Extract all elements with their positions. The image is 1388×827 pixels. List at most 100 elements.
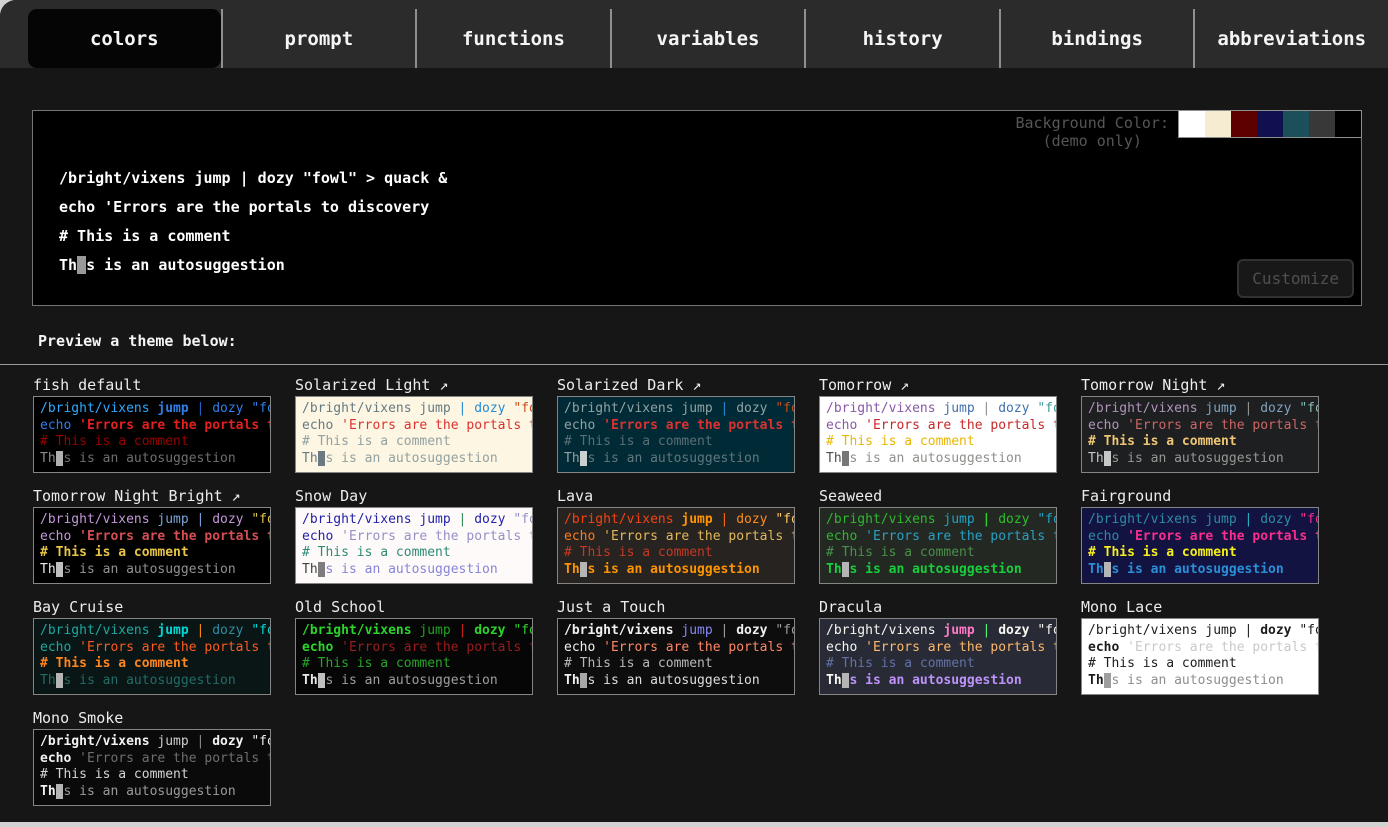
code-segment: 'Errors are the portals to discovery [79,418,271,433]
bg-swatch-white[interactable] [1179,111,1205,137]
theme-title-solarized-light[interactable]: Solarized Light ↗ [295,375,557,396]
external-link-icon[interactable]: ↗ [223,487,241,505]
external-link-icon[interactable]: ↗ [430,376,448,394]
tab-prompt[interactable]: prompt [221,9,416,68]
code-segment: | [1245,512,1261,527]
code-segment: s is an autosuggestion [849,451,1021,466]
autosuggestion-text: s is an autosuggestion [86,256,285,274]
theme-preview-tomorrow[interactable]: /bright/vixens jump | dozy "fowl" > quac… [819,396,1057,473]
code-segment: | [459,623,475,638]
code-segment: echo [826,418,865,433]
theme-line-1: /bright/vixens jump | dozy "fowl" > quac… [826,401,1050,418]
theme-cell-mono-lace: Mono Lace/bright/vixens jump | dozy "fow… [1081,597,1343,708]
code-segment: echo [826,640,865,655]
code-segment: Th [40,451,56,466]
theme-title-snow-day[interactable]: Snow Day [295,486,557,507]
theme-preview-tomorrow-night-bright[interactable]: /bright/vixens jump | dozy "fowl" > quac… [33,507,271,584]
theme-preview-solarized-light[interactable]: /bright/vixens jump | dozy "fowl" > quac… [295,396,533,473]
theme-preview-mono-lace[interactable]: /bright/vixens jump | dozy "fowl" > quac… [1081,618,1319,695]
code-segment: 'Errors are the portals to discovery [603,529,795,544]
tab-functions[interactable]: functions [415,9,610,68]
theme-title-bay-cruise[interactable]: Bay Cruise [33,597,295,618]
theme-preview-mono-smoke[interactable]: /bright/vixens jump | dozy "fowl" > quac… [33,729,271,806]
bg-swatch-cream[interactable] [1205,111,1231,137]
code-segment: s is an autosuggestion [587,673,759,688]
theme-cell-snow-day: Snow Day/bright/vixens jump | dozy "fowl… [295,486,557,597]
code-segment: s is an autosuggestion [63,784,235,799]
theme-preview-tomorrow-night[interactable]: /bright/vixens jump | dozy "fowl" > quac… [1081,396,1319,473]
bg-swatch-maroon[interactable] [1231,111,1257,137]
customize-button[interactable]: Customize [1237,259,1354,298]
theme-title-old-school[interactable]: Old School [295,597,557,618]
theme-preview-lava[interactable]: /bright/vixens jump | dozy "fowl" > quac… [557,507,795,584]
tab-bindings[interactable]: bindings [999,9,1194,68]
tab-history[interactable]: history [804,9,999,68]
terminal-line-1: /bright/vixens jump | dozy "fowl" > quac… [59,164,447,193]
code-segment: jump [681,623,720,638]
code-segment: 'Errors are the portals to discovery [79,751,271,766]
code-segment: jump [1205,512,1244,527]
code-segment: echo [1088,418,1127,433]
code-segment: jump [943,623,982,638]
theme-line-3: # This is a comment [302,656,526,673]
theme-preview-old-school[interactable]: /bright/vixens jump | dozy "fowl" > quac… [295,618,533,695]
theme-line-2: echo 'Errors are the portals to discover… [1088,640,1312,657]
code-segment: # This is a comment [564,545,713,560]
theme-title-fish-default[interactable]: fish default [33,375,295,396]
background-color-label: Background Color: (demo only) [1015,114,1169,150]
theme-line-4: This is an autosuggestion [40,673,264,690]
theme-title-seaweed[interactable]: Seaweed [819,486,1081,507]
code-segment: "fowl" > quack & [1037,623,1057,638]
theme-line-2: echo 'Errors are the portals to discover… [564,418,788,435]
theme-name: Old School [295,598,385,616]
theme-preview-just-a-touch[interactable]: /bright/vixens jump | dozy "fowl" > quac… [557,618,795,695]
code-segment: /bright/vixens [40,512,157,527]
code-segment: Th [564,562,580,577]
theme-title-mono-smoke[interactable]: Mono Smoke [33,708,295,729]
bg-swatch-black[interactable] [1335,111,1361,137]
code-segment: | [721,512,737,527]
code-segment: /bright/vixens [564,623,681,638]
theme-title-tomorrow[interactable]: Tomorrow ↗ [819,375,1081,396]
code-segment: /bright/vixens [40,623,157,638]
theme-preview-fairground[interactable]: /bright/vixens jump | dozy "fowl" > quac… [1081,507,1319,584]
theme-preview-bay-cruise[interactable]: /bright/vixens jump | dozy "fowl" > quac… [33,618,271,695]
theme-line-4: This is an autosuggestion [302,451,526,468]
theme-preview-dracula[interactable]: /bright/vixens jump | dozy "fowl" > quac… [819,618,1057,695]
background-color-label-line1: Background Color: [1015,114,1169,132]
theme-title-solarized-dark[interactable]: Solarized Dark ↗ [557,375,819,396]
external-link-icon[interactable]: ↗ [891,376,909,394]
theme-title-tomorrow-night[interactable]: Tomorrow Night ↗ [1081,375,1343,396]
theme-line-2: echo 'Errors are the portals to discover… [1088,529,1312,546]
theme-title-dracula[interactable]: Dracula [819,597,1081,618]
bg-swatch-navy[interactable] [1257,111,1283,137]
code-segment: Th [40,562,56,577]
theme-title-just-a-touch[interactable]: Just a Touch [557,597,819,618]
code-segment: dozy [474,401,513,416]
theme-name: Solarized Light [295,376,430,394]
theme-line-3: # This is a comment [826,434,1050,451]
bg-swatch-charcoal[interactable] [1309,111,1335,137]
theme-title-tomorrow-night-bright[interactable]: Tomorrow Night Bright ↗ [33,486,295,507]
theme-title-mono-lace[interactable]: Mono Lace [1081,597,1343,618]
theme-title-fairground[interactable]: Fairground [1081,486,1343,507]
theme-preview-snow-day[interactable]: /bright/vixens jump | dozy "fowl" > quac… [295,507,533,584]
code-segment: s is an autosuggestion [325,673,497,688]
theme-title-lava[interactable]: Lava [557,486,819,507]
theme-preview-fish-default[interactable]: /bright/vixens jump | dozy "fowl" > quac… [33,396,271,473]
bg-swatch-teal[interactable] [1283,111,1309,137]
theme-line-1: /bright/vixens jump | dozy "fowl" > quac… [40,512,264,529]
code-segment: s is an autosuggestion [849,562,1021,577]
code-segment: echo [1088,529,1127,544]
terminal-line-2: echo 'Errors are the portals to discover… [59,193,447,222]
theme-preview-seaweed[interactable]: /bright/vixens jump | dozy "fowl" > quac… [819,507,1057,584]
theme-name: Mono Lace [1081,598,1162,616]
theme-preview-solarized-dark[interactable]: /bright/vixens jump | dozy "fowl" > quac… [557,396,795,473]
external-link-icon[interactable]: ↗ [683,376,701,394]
tab-variables[interactable]: variables [610,9,805,68]
code-segment: dozy [998,512,1037,527]
external-link-icon[interactable]: ↗ [1207,376,1225,394]
tab-abbreviations[interactable]: abbreviations [1193,9,1388,68]
theme-cell-tomorrow-night-bright: Tomorrow Night Bright ↗ /bright/vixens ju… [33,486,295,597]
tab-colors[interactable]: colors [28,9,221,68]
